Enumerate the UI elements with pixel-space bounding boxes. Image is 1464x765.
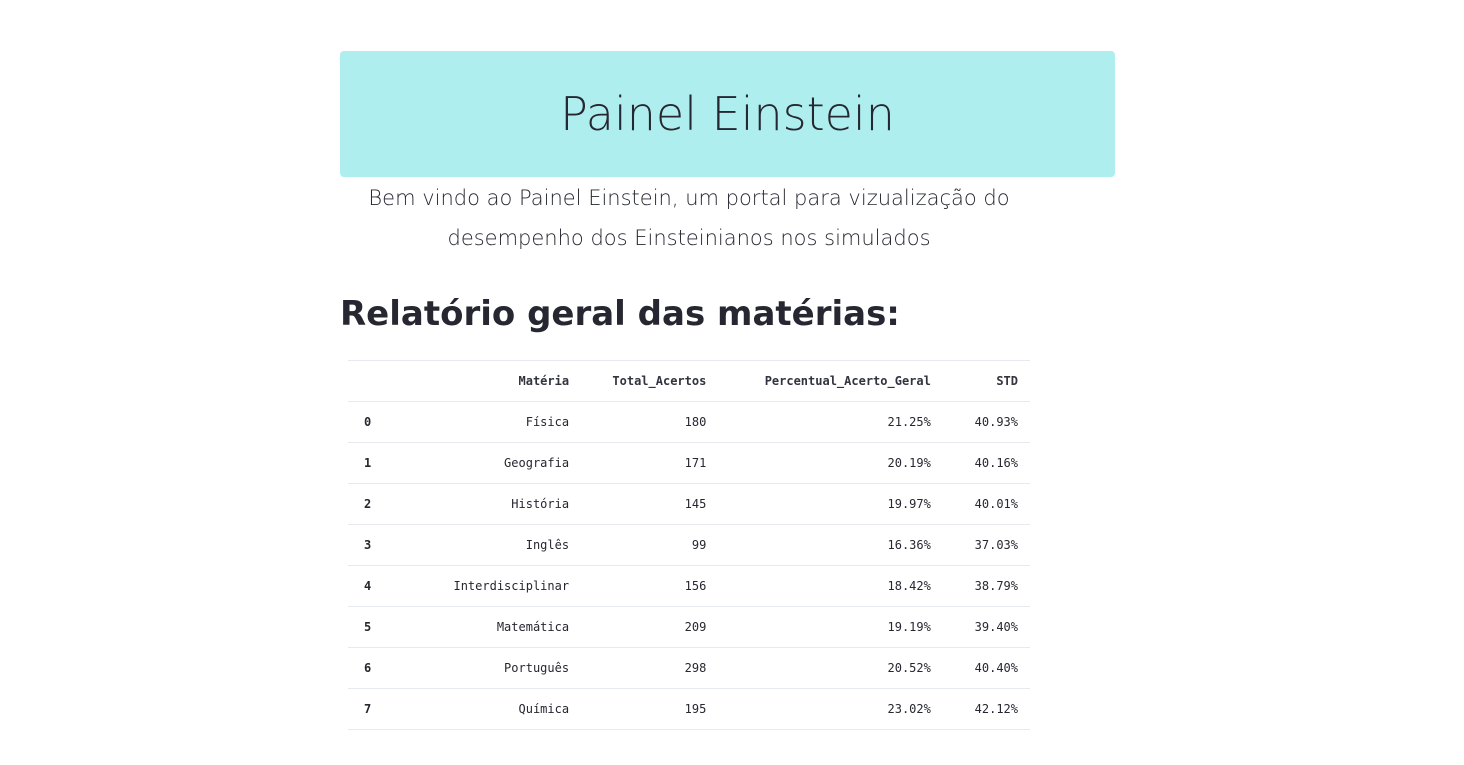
table-cell: Química: [408, 688, 582, 730]
table-cell: 23.02%: [718, 688, 943, 730]
title-banner: Painel Einstein: [340, 51, 1115, 177]
table-cell: 19.19%: [718, 606, 943, 648]
table-row: 5 Matemática 209 19.19% 39.40%: [348, 606, 1030, 648]
table-cell: 145: [581, 483, 719, 525]
intro-text: Bem vindo ao Painel Einstein, um portal …: [368, 186, 1010, 250]
table-cell: 19.97%: [718, 483, 943, 525]
table-cell: 38.79%: [942, 565, 1030, 607]
column-header[interactable]: Matéria: [408, 360, 582, 402]
table-row: 2 História 145 19.97% 40.01%: [348, 483, 1030, 525]
row-index: 2: [348, 483, 409, 525]
column-header[interactable]: STD: [942, 360, 1030, 402]
table-cell: 171: [581, 442, 719, 484]
subjects-table: Matéria Total_Acertos Percentual_Acerto_Ge…: [348, 360, 1030, 730]
table-cell: Inglês: [408, 524, 582, 566]
column-header[interactable]: Total_Acertos: [581, 360, 719, 402]
table-cell: 40.40%: [942, 647, 1030, 689]
table-cell: 21.25%: [718, 401, 943, 443]
table-row: 7 Química 195 23.02% 42.12%: [348, 688, 1030, 730]
row-index: 1: [348, 442, 409, 484]
table-row: 0 Física 180 21.25% 40.93%: [348, 401, 1030, 443]
table-cell: 40.16%: [942, 442, 1030, 484]
table-cell: 39.40%: [942, 606, 1030, 648]
table-row: 1 Geografia 171 20.19% 40.16%: [348, 442, 1030, 484]
table-cell: 37.03%: [942, 524, 1030, 566]
section-title: Relatório geral das matérias:: [340, 294, 900, 334]
table-cell: 18.42%: [718, 565, 943, 607]
row-index: 0: [348, 401, 409, 443]
table-cell: 180: [581, 401, 719, 443]
row-index: 7: [348, 688, 409, 730]
column-header[interactable]: [348, 360, 409, 402]
table-row: 6 Português 298 20.52% 40.40%: [348, 647, 1030, 689]
table-cell: História: [408, 483, 582, 525]
table-cell: 16.36%: [718, 524, 943, 566]
table-cell: 20.19%: [718, 442, 943, 484]
table-cell: Interdisciplinar: [408, 565, 582, 607]
table-header-row: Matéria Total_Acertos Percentual_Acerto_Ge…: [348, 360, 1030, 402]
table-cell: Física: [408, 401, 582, 443]
table-cell: 40.01%: [942, 483, 1030, 525]
table-row: 3 Inglês 99 16.36% 37.03%: [348, 524, 1030, 566]
table-cell: Matemática: [408, 606, 582, 648]
row-index: 3: [348, 524, 409, 566]
page-title: Painel Einstein: [560, 87, 895, 141]
table-cell: 195: [581, 688, 719, 730]
table-cell: Geografia: [408, 442, 582, 484]
table-cell: 42.12%: [942, 688, 1030, 730]
table-cell: Português: [408, 647, 582, 689]
table-cell: 99: [581, 524, 719, 566]
column-header[interactable]: Percentual_Acerto_Geral: [718, 360, 943, 402]
table-cell: 209: [581, 606, 719, 648]
row-index: 6: [348, 647, 409, 689]
table-cell: 20.52%: [718, 647, 943, 689]
table-cell: 40.93%: [942, 401, 1030, 443]
table-cell: 298: [581, 647, 719, 689]
row-index: 4: [348, 565, 409, 607]
table-row: 4 Interdisciplinar 156 18.42% 38.79%: [348, 565, 1030, 607]
row-index: 5: [348, 606, 409, 648]
table-cell: 156: [581, 565, 719, 607]
